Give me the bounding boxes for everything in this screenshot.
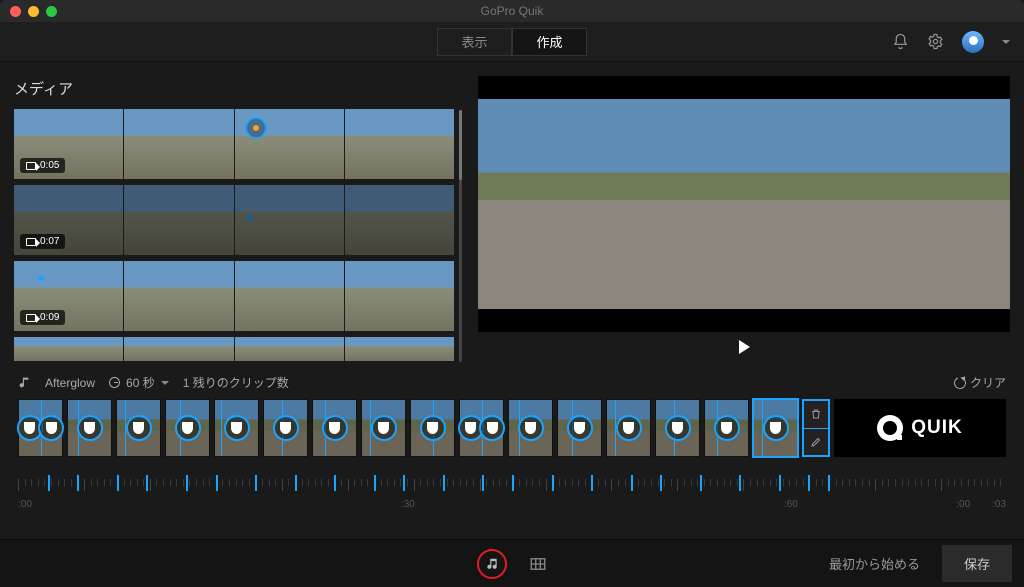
media-row[interactable] xyxy=(14,337,454,361)
quik-logo-icon xyxy=(877,415,903,441)
reset-icon xyxy=(952,375,967,390)
clear-label: クリア xyxy=(970,374,1006,391)
edit-clip-icon[interactable] xyxy=(804,428,828,456)
mode-tabs: 表示 作成 xyxy=(437,28,587,56)
clip[interactable] xyxy=(508,399,553,457)
chevron-down-icon xyxy=(161,381,169,385)
remaining-clips: 1 残りのクリップ数 xyxy=(183,374,289,391)
format-button[interactable] xyxy=(529,555,547,573)
clip[interactable] xyxy=(67,399,112,457)
video-icon xyxy=(26,162,36,170)
restart-button[interactable]: 最初から始める xyxy=(819,546,930,581)
clip[interactable] xyxy=(410,399,455,457)
titlebar: GoPro Quik xyxy=(0,0,1024,22)
media-panel: メディア 0:05 xyxy=(14,78,454,362)
clip[interactable] xyxy=(165,399,210,457)
clip[interactable] xyxy=(557,399,602,457)
preview-frame xyxy=(478,99,1010,309)
video-icon xyxy=(26,314,36,322)
clip[interactable] xyxy=(18,399,63,457)
notifications-icon[interactable] xyxy=(892,33,909,50)
tab-create[interactable]: 作成 xyxy=(512,28,587,56)
clear-button[interactable]: クリア xyxy=(954,374,1006,391)
length-selector[interactable]: 60 秒 xyxy=(109,374,169,391)
settings-gear-icon[interactable] xyxy=(927,33,944,50)
clip-tools xyxy=(802,399,830,457)
clip-strip[interactable]: QUIK xyxy=(18,399,1006,457)
duration-badge: 0:09 xyxy=(20,310,65,325)
media-row[interactable]: 0:05 xyxy=(14,109,454,179)
outro-card[interactable]: QUIK xyxy=(834,399,1006,457)
clock-icon xyxy=(109,377,120,388)
account-avatar[interactable] xyxy=(962,31,984,53)
preview-controls xyxy=(478,332,1010,362)
clip[interactable] xyxy=(263,399,308,457)
media-row[interactable]: 0:07 xyxy=(14,185,454,255)
music-button[interactable] xyxy=(477,549,507,579)
preview-panel xyxy=(478,78,1010,362)
time-ruler[interactable]: :00 :30 :60 :00 :03 xyxy=(18,475,1006,515)
timeline: QUIK xyxy=(0,399,1024,515)
video-icon xyxy=(26,238,36,246)
quik-label: QUIK xyxy=(911,417,963,439)
duration-text: 0:05 xyxy=(40,160,59,171)
duration-text: 0:09 xyxy=(40,312,59,323)
time-labels: :00 :30 :60 :00 :03 xyxy=(18,499,1006,510)
footer-bar: 最初から始める 保存 xyxy=(0,539,1024,587)
clip[interactable] xyxy=(606,399,651,457)
duration-badge: 0:07 xyxy=(20,234,65,249)
tab-display[interactable]: 表示 xyxy=(437,28,512,56)
media-heading: メディア xyxy=(14,78,454,99)
play-icon[interactable] xyxy=(739,340,750,354)
app-header: 表示 作成 xyxy=(0,22,1024,62)
preview-video[interactable] xyxy=(478,76,1010,332)
duration-badge: 0:05 xyxy=(20,158,65,173)
timeline-header: Afterglow 60 秒 1 残りのクリップ数 クリア xyxy=(0,368,1024,399)
media-scrollbar[interactable] xyxy=(459,110,462,362)
clip[interactable] xyxy=(312,399,357,457)
delete-clip-icon[interactable] xyxy=(804,401,828,428)
music-note-icon[interactable] xyxy=(18,376,31,389)
account-menu-chevron-icon[interactable] xyxy=(1002,40,1010,44)
song-name[interactable]: Afterglow xyxy=(45,376,95,390)
duration-text: 0:07 xyxy=(40,236,59,247)
clip[interactable] xyxy=(116,399,161,457)
clip-selected[interactable] xyxy=(753,399,798,457)
window-title: GoPro Quik xyxy=(0,4,1024,18)
clip[interactable] xyxy=(214,399,259,457)
clip[interactable] xyxy=(361,399,406,457)
clip[interactable] xyxy=(459,399,504,457)
media-row[interactable]: 0:09 xyxy=(14,261,454,331)
length-text: 60 秒 xyxy=(126,374,155,391)
clip[interactable] xyxy=(655,399,700,457)
clip[interactable] xyxy=(704,399,749,457)
save-button[interactable]: 保存 xyxy=(942,545,1012,582)
